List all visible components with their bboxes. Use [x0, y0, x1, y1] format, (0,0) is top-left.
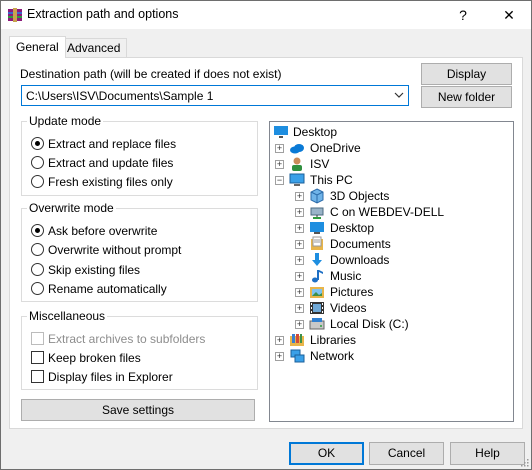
- disk-icon: [309, 318, 325, 330]
- tree-item-label: Network: [310, 349, 355, 363]
- tree-item-label: C on WEBDEV-DELL: [330, 205, 445, 219]
- radio-button[interactable]: [31, 224, 44, 237]
- tree-item-label: Local Disk (C:): [330, 317, 409, 331]
- option-label: Extract archives to subfolders: [48, 332, 206, 346]
- help-button[interactable]: Help: [450, 442, 525, 465]
- picture-icon: [310, 287, 324, 298]
- general-panel: Destination path (will be created if doe…: [9, 57, 523, 429]
- music-icon: [312, 270, 323, 283]
- tree-item-label: Downloads: [330, 253, 390, 267]
- tree-item-label: Documents: [330, 237, 391, 251]
- collapse-icon[interactable]: −: [275, 176, 284, 185]
- option-label: Skip existing files: [48, 263, 141, 277]
- expand-icon[interactable]: +: [295, 320, 304, 329]
- tree-item-label: Music: [330, 269, 362, 283]
- miscellaneous-title: Miscellaneous: [27, 309, 108, 323]
- option-label: Overwrite without prompt: [48, 243, 182, 257]
- option-label: Fresh existing files only: [48, 175, 173, 189]
- expand-icon[interactable]: +: [295, 304, 304, 313]
- overwrite-mode-group: Overwrite mode Ask before overwrite Over…: [21, 201, 258, 302]
- option-label: Ask before overwrite: [48, 224, 158, 238]
- cube-icon: [310, 188, 324, 204]
- expand-icon[interactable]: +: [295, 208, 304, 217]
- option-label: Extract and replace files: [48, 137, 177, 151]
- display-button[interactable]: Display: [421, 63, 512, 85]
- option-label: Display files in Explorer: [48, 370, 173, 384]
- chevron-down-icon[interactable]: [393, 89, 405, 101]
- tree-item-label: This PC: [310, 173, 353, 187]
- option-label: Keep broken files: [48, 351, 141, 365]
- title-bar: Extraction path and options ? ✕: [1, 1, 531, 29]
- expand-icon[interactable]: +: [295, 288, 304, 297]
- tab-advanced[interactable]: Advanced: [60, 38, 128, 57]
- expand-icon[interactable]: +: [295, 240, 304, 249]
- cancel-button[interactable]: Cancel: [369, 442, 444, 465]
- library-icon: [290, 334, 304, 346]
- tree-item-label: OneDrive: [310, 141, 361, 155]
- expand-icon[interactable]: +: [275, 352, 284, 361]
- overwrite-mode-title: Overwrite mode: [27, 201, 116, 215]
- network-drive-icon: [310, 207, 324, 219]
- expand-icon[interactable]: +: [295, 272, 304, 281]
- radio-button[interactable]: [31, 175, 44, 188]
- tab-general[interactable]: General: [9, 36, 66, 58]
- tree-item-label: Desktop: [330, 221, 375, 235]
- extraction-dialog: Extraction path and options ? ✕ General …: [0, 0, 532, 470]
- update-mode-group: Update mode Extract and replace files Ex…: [21, 114, 258, 196]
- folder-tree[interactable]: Desktop + OneDrive + ISV − This PC + 3D …: [269, 121, 514, 422]
- tree-item-label: Desktop: [293, 125, 338, 139]
- expand-icon[interactable]: +: [275, 336, 284, 345]
- winrar-app-icon: [8, 8, 22, 22]
- checkbox: [31, 332, 44, 345]
- user-icon: [292, 157, 302, 171]
- ok-button[interactable]: OK: [289, 442, 364, 465]
- video-icon: [310, 302, 324, 314]
- destination-path-combo[interactable]: C:\Users\ISV\Documents\Sample 1: [21, 85, 409, 106]
- desktop-icon: [274, 126, 288, 138]
- tree-item-label: Libraries: [310, 333, 357, 347]
- radio-button[interactable]: [31, 243, 44, 256]
- radio-button[interactable]: [31, 156, 44, 169]
- radio-button[interactable]: [31, 137, 44, 150]
- document-icon: [311, 236, 323, 250]
- destination-path-value[interactable]: C:\Users\ISV\Documents\Sample 1: [26, 89, 213, 103]
- download-icon: [312, 253, 322, 266]
- expand-icon[interactable]: +: [295, 192, 304, 201]
- window-title: Extraction path and options: [27, 7, 179, 21]
- network-icon: [290, 349, 305, 363]
- close-button[interactable]: ✕: [487, 1, 531, 29]
- help-title-button[interactable]: ?: [441, 1, 485, 29]
- option-label: Extract and update files: [48, 156, 174, 170]
- checkbox[interactable]: [31, 351, 44, 364]
- tree-item-label: Pictures: [330, 285, 374, 299]
- expand-icon[interactable]: +: [275, 144, 284, 153]
- save-settings-button[interactable]: Save settings: [21, 399, 255, 421]
- desktop-icon: [310, 222, 324, 234]
- tree-item-label: ISV: [310, 157, 330, 171]
- cloud-icon: [290, 144, 304, 154]
- radio-button[interactable]: [31, 263, 44, 276]
- new-folder-button[interactable]: New folder: [421, 86, 512, 108]
- tree-item-label: Videos: [330, 301, 367, 315]
- miscellaneous-group: Miscellaneous Extract archives to subfol…: [21, 309, 258, 390]
- expand-icon[interactable]: +: [275, 160, 284, 169]
- tree-item-label: 3D Objects: [330, 189, 390, 203]
- expand-icon[interactable]: +: [295, 224, 304, 233]
- radio-button[interactable]: [31, 282, 44, 295]
- resize-grip-icon[interactable]: [519, 457, 529, 467]
- checkbox[interactable]: [31, 370, 44, 383]
- expand-icon[interactable]: +: [295, 256, 304, 265]
- option-label: Rename automatically: [48, 282, 167, 296]
- update-mode-title: Update mode: [27, 114, 104, 128]
- computer-icon: [289, 173, 305, 186]
- destination-label: Destination path (will be created if doe…: [20, 67, 282, 81]
